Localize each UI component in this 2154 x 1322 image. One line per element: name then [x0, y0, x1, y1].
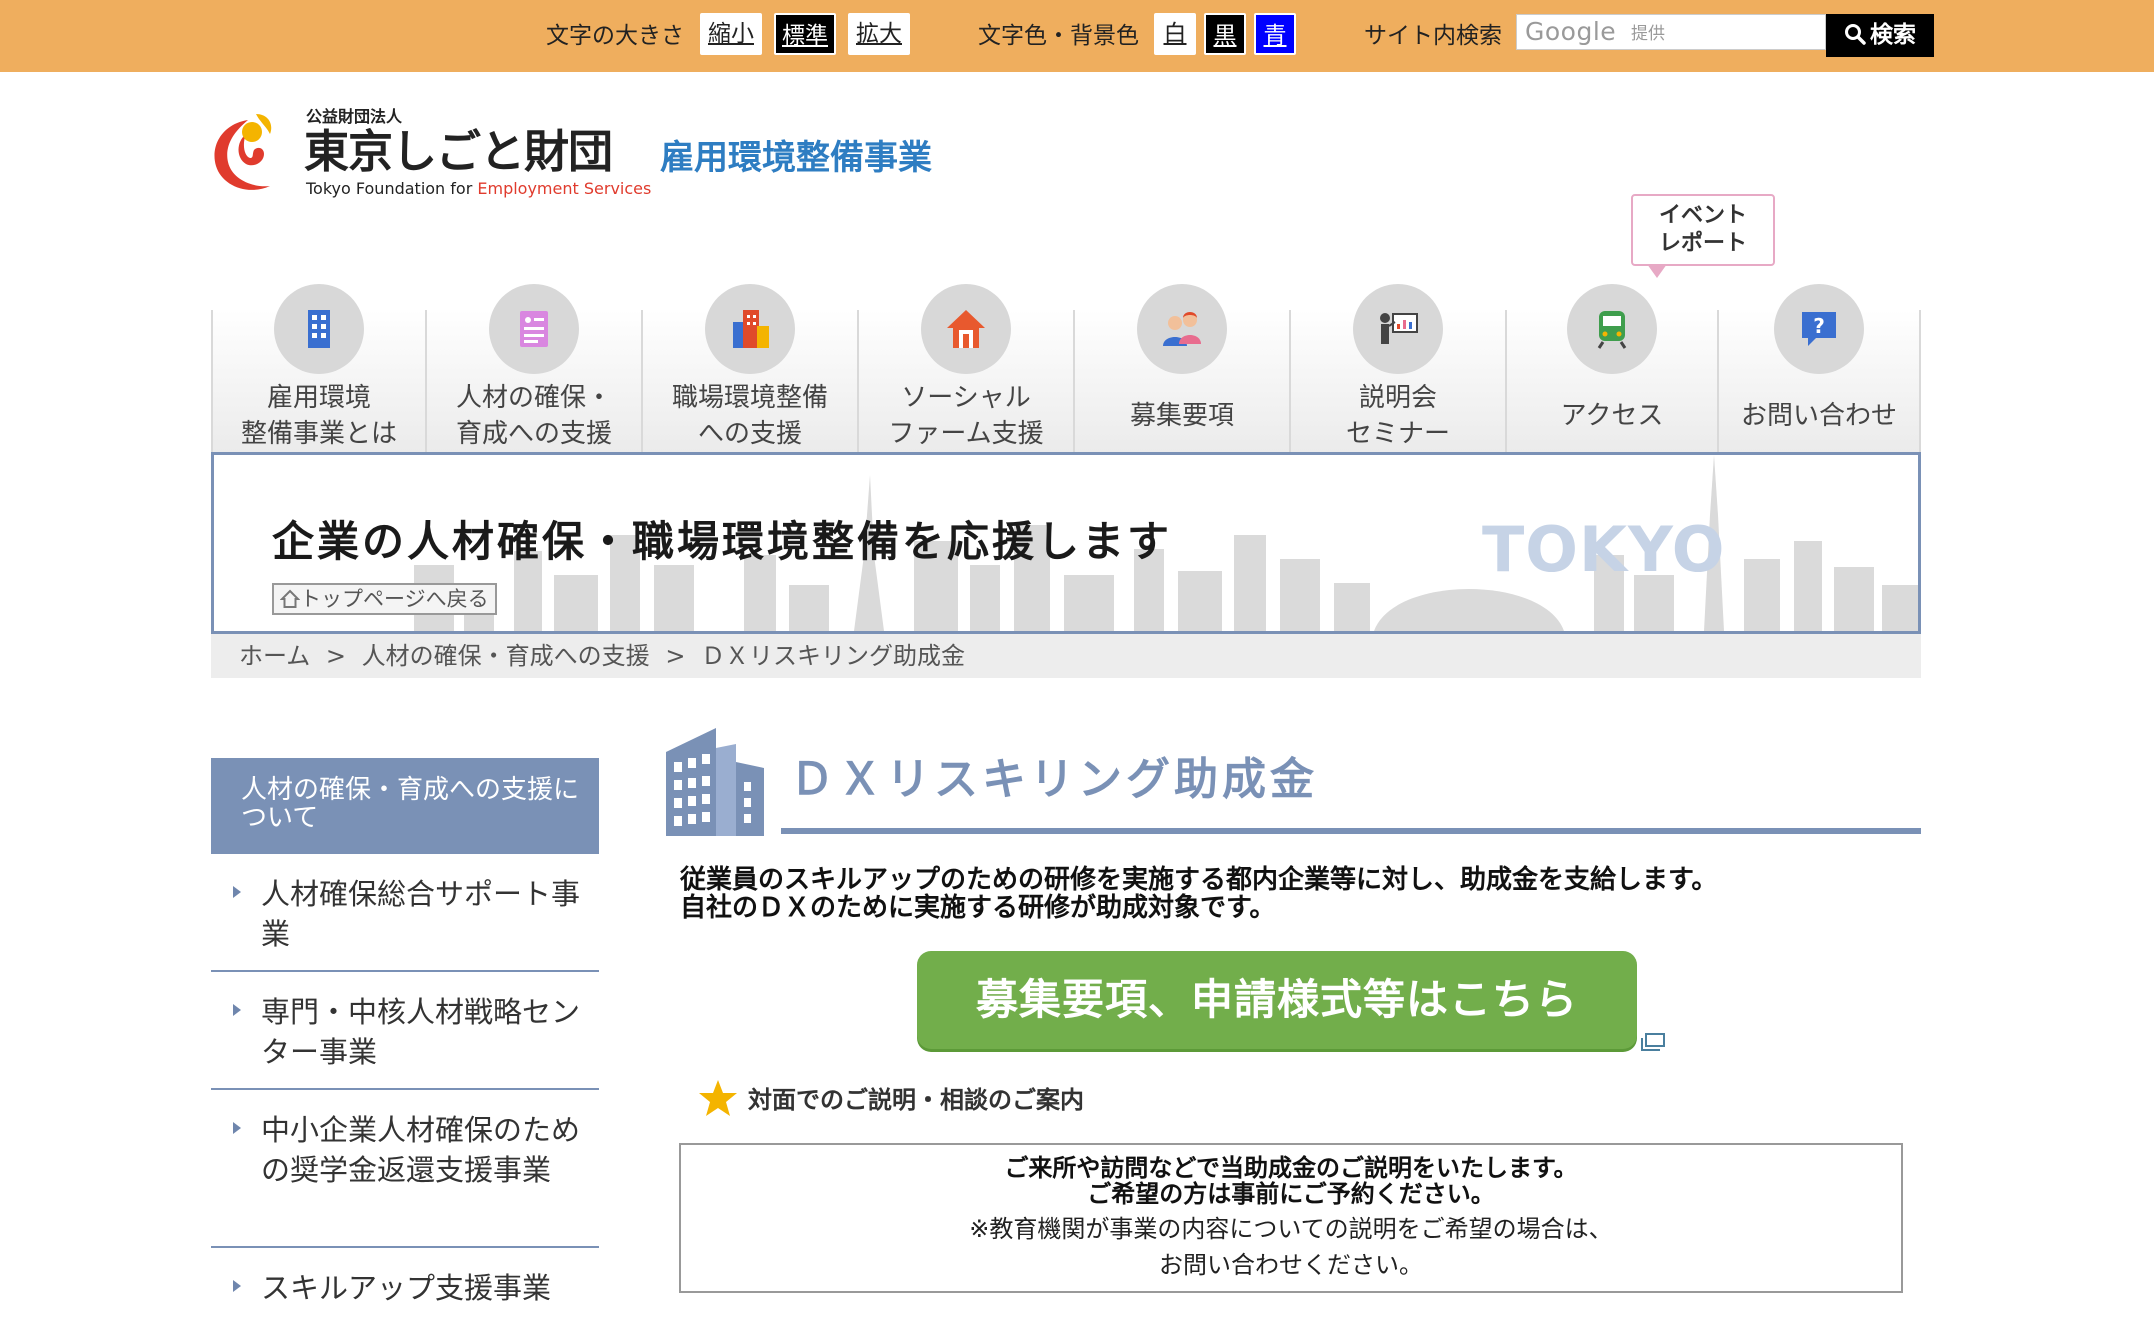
intro-text: 従業員のスキルアップのための研修を実施する都内企業等に対し、助成金を支給します。… — [680, 866, 1717, 922]
sidebar-heading[interactable]: 人材の確保・育成への支援について — [211, 758, 599, 854]
hero-banner: 企業の人材確保・職場環境整備を応援します TOKYO トップページへ戻る — [211, 452, 1921, 634]
logo-small-text: 公益財団法人 — [306, 107, 403, 126]
back-to-top-label: トップページへ戻る — [300, 587, 489, 611]
consultation-info-box: ご来所や訪問などで当助成金のご説明をいたします。 ご希望の方は事前にご予約くださ… — [679, 1143, 1903, 1293]
font-size-standard-button[interactable]: 標準 — [774, 13, 836, 55]
search-button[interactable]: 検索 — [1826, 14, 1934, 57]
google-logo: Google — [1525, 17, 1617, 46]
search-input[interactable]: Google 提供 — [1516, 14, 1826, 50]
site-logo[interactable]: 公益財団法人 東京しごと財団 Tokyo Foundation for Empl… — [208, 104, 651, 200]
question-bubble-icon: ? — [1774, 284, 1864, 374]
search-icon — [1845, 23, 1866, 45]
nav-label: お問い合わせ — [1740, 401, 1897, 431]
id-card-icon — [489, 284, 579, 374]
font-size-large-button[interactable]: 拡大 — [848, 13, 910, 55]
event-report-badge[interactable]: イベント レポート — [1631, 194, 1775, 278]
sidebar-item-label: スキルアップ支援事業 — [261, 1271, 552, 1305]
nav-label: 雇用環境 整備事業とは — [240, 383, 397, 449]
title-underline — [781, 828, 1921, 834]
sidebar-item-label: 人材確保総合サポート事業 — [261, 877, 581, 951]
intro-line: 従業員のスキルアップのための研修を実施する都内企業等に対し、助成金を支給します。 — [680, 865, 1718, 895]
nav-label: 人材の確保・ 育成への支援 — [455, 383, 612, 449]
info-text: ※教育機関が事業の内容についての説明をご希望の場合は、 — [969, 1215, 1613, 1243]
breadcrumb-current: ＤＸリスキリング助成金 — [701, 642, 966, 670]
breadcrumb-section-link[interactable]: 人材の確保・育成への支援 — [362, 642, 650, 670]
color-white-button[interactable]: 白 — [1154, 13, 1196, 55]
intro-line: 自社のＤＸのために実施する研修が助成対象です。 — [680, 893, 1276, 923]
sidebar-item-label: 中小企業人材確保のための奨学金返還支援事業 — [261, 1113, 581, 1187]
color-black-button[interactable]: 黒 — [1204, 13, 1246, 55]
chevron-right-icon — [233, 1280, 241, 1292]
breadcrumb-separator: > — [325, 642, 347, 670]
house-icon — [921, 284, 1011, 374]
back-to-top-link[interactable]: トップページへ戻る — [272, 583, 497, 615]
search-label: サイト内検索 — [1364, 23, 1502, 49]
banner-headline: 企業の人材確保・職場環境整備を応援します — [272, 517, 1173, 566]
google-provided-label: 提供 — [1631, 24, 1665, 44]
banner-tokyo-wordmark: TOKYO — [1482, 513, 1726, 586]
presentation-icon — [1353, 284, 1443, 374]
nav-label: 募集要項 — [1129, 401, 1234, 431]
office-buildings-icon — [705, 284, 795, 374]
breadcrumb-home-link[interactable]: ホーム — [239, 642, 310, 670]
external-window-icon — [1641, 1033, 1665, 1051]
nav-label: 説明会 セミナー — [1345, 383, 1450, 449]
page-heading: ＤＸリスキリング助成金 — [660, 716, 1921, 838]
chevron-right-icon — [233, 886, 241, 898]
font-size-label: 文字の大きさ — [546, 23, 684, 49]
breadcrumb: ホーム > 人材の確保・育成への支援 > ＤＸリスキリング助成金 — [211, 634, 1921, 678]
breadcrumb-separator: > — [665, 642, 686, 670]
info-text: ご来所や訪問などで当助成金のご説明をいたします。 — [1004, 1154, 1578, 1182]
nav-item-workplace[interactable]: 職場環境整備 への支援 — [641, 284, 857, 452]
search-button-label: 検索 — [1870, 22, 1916, 48]
info-text: ご希望の方は事前にご予約ください。 — [1087, 1180, 1495, 1208]
sidebar: 人材の確保・育成への支援について 人材確保総合サポート事業 専門・中核人材戦略セ… — [211, 758, 599, 1322]
logo-main-text: 東京しごと財団 — [304, 125, 613, 178]
sidebar-item-scholarship[interactable]: 中小企業人材確保のための奨学金返還支援事業 — [211, 1090, 599, 1248]
nav-label: ソーシャル ファーム支援 — [888, 383, 1044, 449]
star-icon — [699, 1080, 737, 1116]
logo-english-text: Tokyo Foundation for Employment Services — [306, 179, 652, 198]
nav-label: 職場環境整備 への支援 — [671, 383, 828, 449]
color-label: 文字色・背景色 — [978, 23, 1139, 49]
site-title[interactable]: 雇用環境整備事業 — [660, 136, 932, 180]
sidebar-item-label: 専門・中核人材戦略センター事業 — [261, 995, 581, 1069]
nav-label: アクセス — [1560, 401, 1664, 431]
color-blue-button[interactable]: 青 — [1254, 13, 1296, 55]
nav-item-access[interactable]: アクセス — [1505, 284, 1717, 452]
sidebar-item-skillup[interactable]: スキルアップ支援事業 — [211, 1248, 599, 1322]
svg-text:?: ? — [1813, 314, 1825, 338]
font-size-small-button[interactable]: 縮小 — [700, 13, 762, 55]
nav-item-contact[interactable]: ? お問い合わせ — [1717, 284, 1921, 452]
utility-bar: 文字の大きさ 縮小 標準 拡大 文字色・背景色 白 黒 青 サイト内検索 Goo… — [0, 0, 2154, 72]
nav-item-recruitment[interactable]: 募集要項 — [1073, 284, 1289, 452]
sidebar-item-comprehensive-support[interactable]: 人材確保総合サポート事業 — [211, 854, 599, 972]
building-icon — [666, 728, 764, 836]
train-icon — [1567, 284, 1657, 374]
page-title: ＤＸリスキリング助成金 — [790, 754, 1318, 805]
chevron-right-icon — [233, 1004, 241, 1016]
nav-item-social-firm[interactable]: ソーシャル ファーム支援 — [857, 284, 1073, 452]
people-icon — [1137, 284, 1227, 374]
application-guidelines-button[interactable]: 募集要項、申請様式等はこちら — [917, 951, 1637, 1049]
building-icon — [274, 284, 364, 374]
global-nav: イベント レポート 雇用環境 整備事業とは 人材の確保・ 育成への支援 職場環境… — [211, 194, 1921, 452]
nav-item-seminar[interactable]: 説明会 セミナー — [1289, 284, 1505, 452]
logo-mark-icon — [214, 114, 272, 190]
consultation-heading-text: 対面でのご説明・相談のご案内 — [748, 1086, 1084, 1114]
nav-item-about[interactable]: 雇用環境 整備事業とは — [211, 284, 425, 452]
chevron-right-icon — [233, 1122, 241, 1134]
sidebar-item-strategy-center[interactable]: 専門・中核人材戦略センター事業 — [211, 972, 599, 1090]
nav-item-human-resources[interactable]: 人材の確保・ 育成への支援 — [425, 284, 641, 452]
info-text: お問い合わせください。 — [1159, 1251, 1423, 1279]
home-icon — [279, 589, 301, 608]
